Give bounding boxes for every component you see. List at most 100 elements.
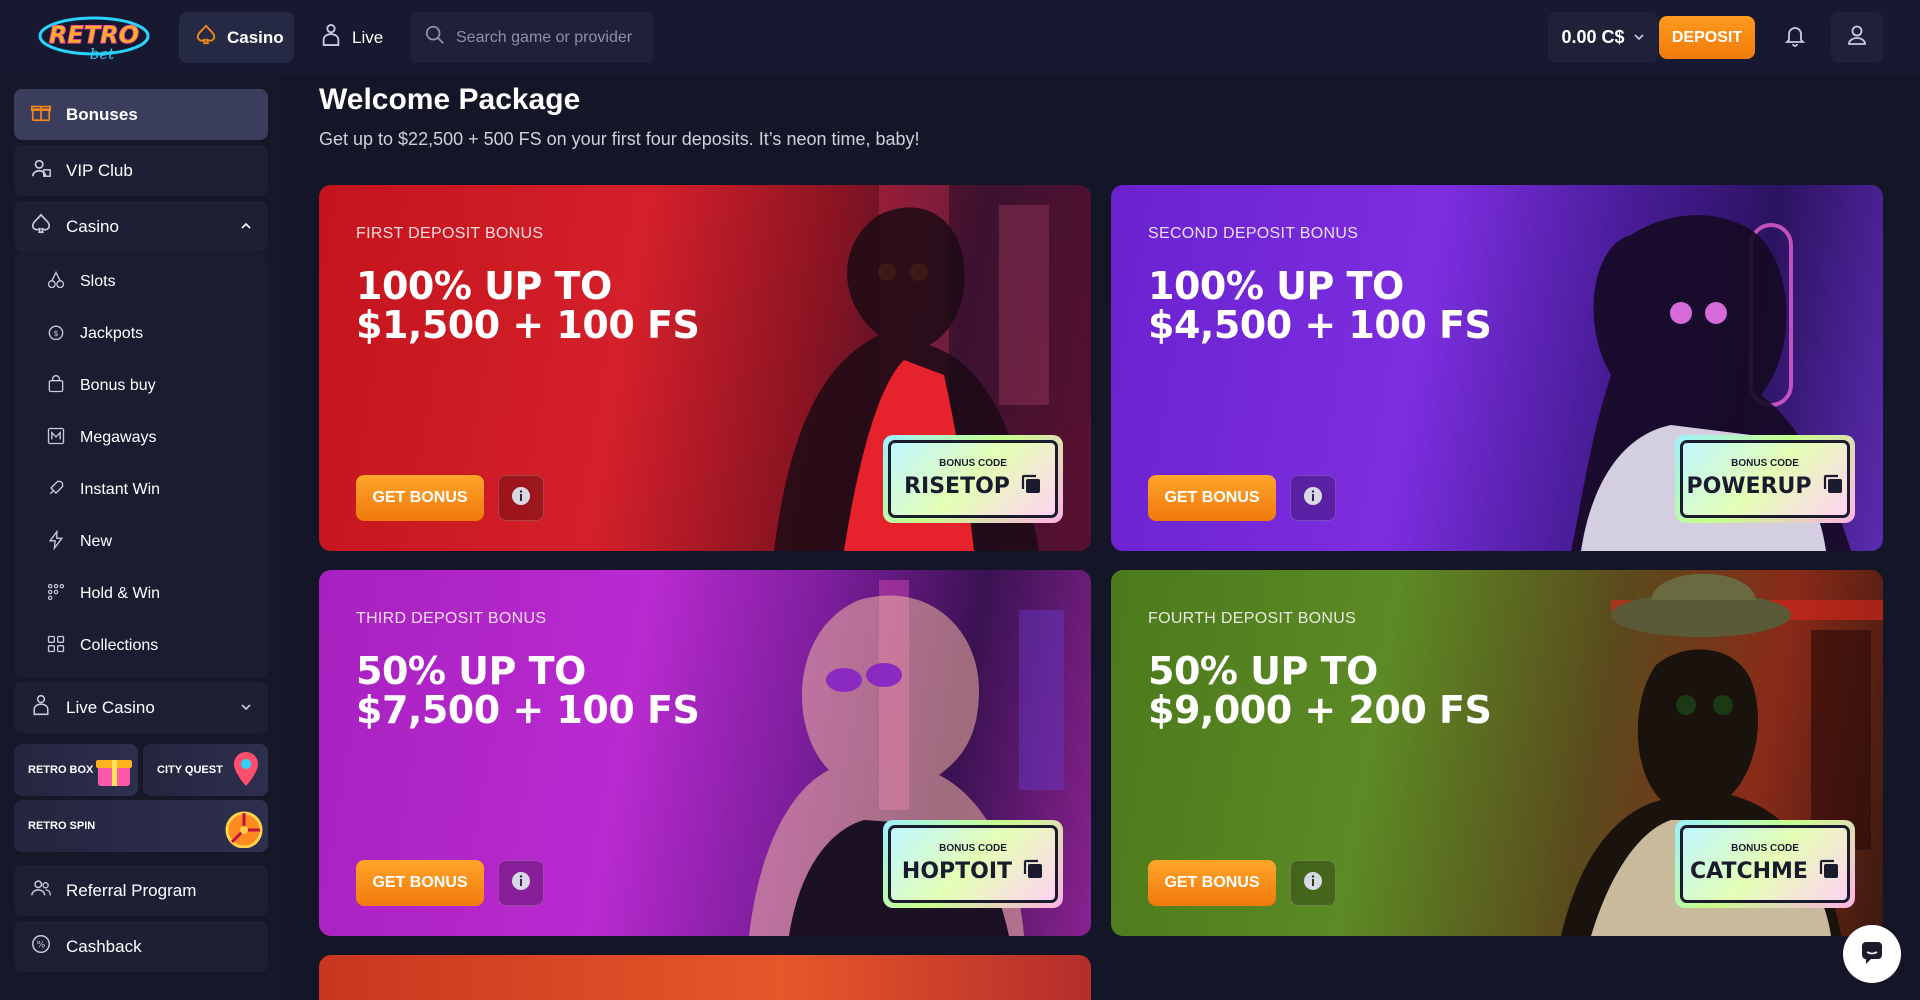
sidebar-item-label: Megaways [80,429,157,446]
spade-icon [195,24,217,51]
profile-button[interactable] [1831,12,1883,63]
balance-value: 0.00 C$ [1561,27,1625,47]
cashback-icon: % [30,933,52,960]
casino-submenu: Slots $ Jackpots Bonus buy Megaways Inst… [14,253,268,678]
sidebar-item-label: Live Casino [66,697,155,717]
card-headline-line2: $1,500 + 100 FS [356,303,700,347]
megaways-icon [46,426,66,451]
get-bonus-button[interactable]: GET BONUS [356,860,484,906]
retrobet-logo[interactable]: RETRO bet [36,12,152,64]
copy-icon[interactable] [1818,858,1840,885]
tab-casino-label: Casino [227,27,284,47]
copy-icon[interactable] [1822,473,1844,500]
search-input[interactable] [456,28,646,47]
sidebar-item-new[interactable]: New [30,519,260,565]
bolt-icon [46,529,66,555]
get-bonus-button[interactable]: GET BONUS [356,475,484,521]
info-icon [511,871,531,896]
bonus-code-box[interactable]: BONUS CODE POWERUP [1675,435,1855,523]
copy-icon[interactable] [1020,473,1042,500]
bonus-code-caption: BONUS CODE [939,843,1007,854]
promo-retro-spin[interactable]: RETRO SPIN [14,800,268,852]
bonus-code-caption: BONUS CODE [1731,843,1799,854]
promo-retro-box[interactable]: RETRO BOX [14,744,138,796]
sidebar-item-label: Cashback [66,936,142,956]
bonus-code: RISETOP [904,474,1010,499]
copy-icon[interactable] [1022,858,1044,885]
sidebar-item-instant-win[interactable]: Instant Win [30,467,260,513]
spade-icon [30,213,52,240]
info-button[interactable] [498,475,544,521]
sidebar-item-bonus-buy[interactable]: Bonus buy [30,363,260,409]
promo-label: CITY QUEST [157,764,223,776]
tab-live[interactable]: Live [304,12,404,63]
gift-icon [30,101,52,128]
bonus-card-first: FIRST DEPOSIT BONUS 100% UP TO $1,500 + … [319,185,1091,551]
chevron-up-icon[interactable] [240,217,252,237]
bag-icon [46,374,66,399]
bonus-code: CATCHME [1690,859,1808,884]
chevron-down-icon[interactable] [240,698,252,718]
bonus-card-second: SECOND DEPOSIT BONUS 100% UP TO $4,500 +… [1111,185,1883,551]
bonus-card-fourth: FOURTH DEPOSIT BONUS 50% UP TO $9,000 + … [1111,570,1883,936]
card-headline: 50% UP TO $7,500 + 100 FS [356,652,776,730]
dealer-icon [320,23,342,52]
gift-box-icon [94,750,134,793]
sidebar-item-hold-and-win[interactable]: Hold & Win [30,571,260,617]
dealer-icon [30,694,52,721]
bonus-code-row: POWERUP [1686,473,1843,500]
sidebar-item-cashback[interactable]: % Cashback [14,921,268,972]
live-chat-button[interactable] [1843,925,1901,983]
card-headline: 50% UP TO $9,000 + 200 FS [1148,652,1568,730]
user-icon [1845,23,1869,52]
promo-label: RETRO SPIN [28,820,96,832]
notifications-button[interactable] [1769,12,1821,63]
main-content: Welcome Package Get up to $22,500 + 500 … [282,75,1920,1000]
get-bonus-button[interactable]: GET BONUS [1148,475,1276,521]
bonus-code-box[interactable]: BONUS CODE CATCHME [1675,820,1855,908]
card-label: FOURTH DEPOSIT BONUS [1148,610,1357,627]
tab-casino[interactable]: Casino [179,12,294,63]
svg-text:bet: bet [90,45,115,63]
sidebar-item-label: Casino [66,216,119,236]
sidebar-item-referral-program[interactable]: Referral Program [14,865,268,916]
search-box[interactable] [410,12,654,63]
card-headline-line2: $7,500 + 100 FS [356,688,700,732]
sidebar-item-jackpots[interactable]: $ Jackpots [30,311,260,357]
bonus-code-row: CATCHME [1690,858,1840,885]
bonus-code-box[interactable]: BONUS CODE HOPTOIT [883,820,1063,908]
sidebar-item-label: Bonuses [66,104,138,124]
sidebar-item-vip-club[interactable]: VIP Club [14,145,268,196]
info-button[interactable] [1290,860,1336,906]
page-title: Welcome Package [319,83,581,116]
svg-text:$: $ [53,328,58,338]
card-headline-line1: 100% UP TO [1148,264,1404,308]
sidebar-item-slots[interactable]: Slots [30,259,260,305]
sidebar-item-megaways[interactable]: Megaways [30,415,260,461]
sidebar-item-bonuses[interactable]: Bonuses [14,89,268,140]
card-headline: 100% UP TO $4,500 + 100 FS [1148,267,1568,345]
bonus-code-row: RISETOP [904,473,1042,500]
bonus-code: POWERUP [1686,474,1812,499]
bonus-code-box[interactable]: BONUS CODE RISETOP [883,435,1063,523]
cherry-icon [46,270,66,295]
promo-city-quest[interactable]: CITY QUEST [143,744,268,796]
top-header: RETRO bet Casino Live 0.00 C$ DEPOSIT [0,0,1920,75]
sidebar-item-collections[interactable]: Collections [30,623,260,669]
info-button[interactable] [498,860,544,906]
balance-dropdown[interactable]: 0.00 C$ [1548,12,1658,63]
get-bonus-button[interactable]: GET BONUS [1148,860,1276,906]
bonus-code: HOPTOIT [901,859,1013,884]
chevron-down-icon [1633,27,1645,48]
svg-text:%: % [37,940,46,951]
sidebar-item-live-casino[interactable]: Live Casino [14,682,268,733]
search-icon [424,24,446,51]
sidebar-item-casino[interactable]: Casino [14,201,268,252]
dots-icon [46,582,66,607]
rocket-icon [46,478,66,503]
bonus-code-inner: BONUS CODE POWERUP [1680,440,1850,518]
deposit-button[interactable]: DEPOSIT [1659,16,1755,59]
info-icon [511,486,531,511]
card-headline-line2: $9,000 + 200 FS [1148,688,1492,732]
info-button[interactable] [1290,475,1336,521]
